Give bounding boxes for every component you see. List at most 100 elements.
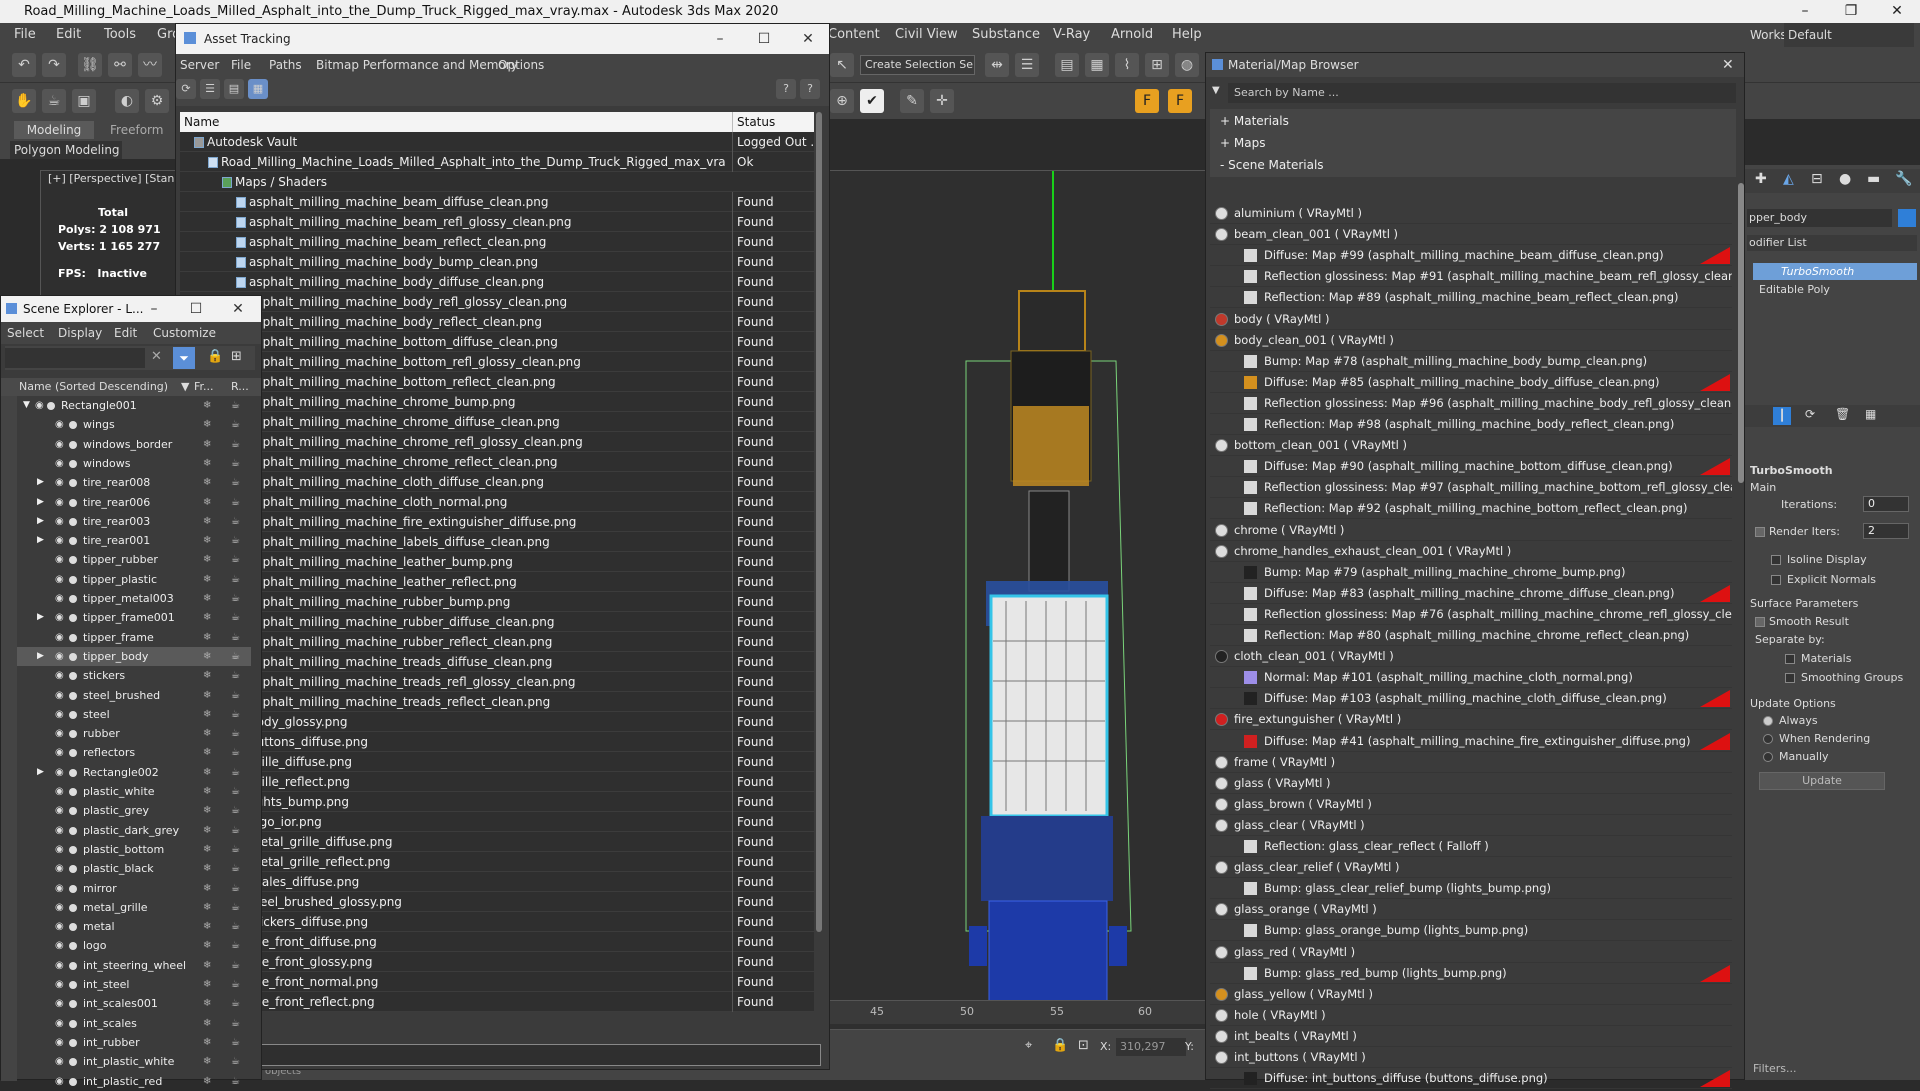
asset-row[interactable]: asphalt_milling_machine_beam_refl_glossy… — [180, 212, 814, 232]
menu-display[interactable]: Display — [58, 322, 102, 344]
scene-object-row[interactable]: ◉ plastic_grey ❄ ☕ — [17, 801, 251, 820]
renderable-icon[interactable]: ☕ — [231, 956, 240, 975]
restore-icon[interactable]: ❐ — [1828, 0, 1874, 23]
visibility-icon[interactable]: ◉ — [55, 879, 64, 898]
material-row[interactable]: body_clean_001 ( VRayMtl ) — [1210, 330, 1732, 351]
col-name[interactable]: Name — [184, 112, 219, 132]
modifier-list-dropdown[interactable]: odifier List — [1747, 235, 1917, 251]
visibility-icon[interactable]: ◉ — [55, 493, 64, 512]
material-row[interactable]: glass_orange ( VRayMtl ) — [1210, 899, 1732, 921]
modifier-turbosmooth[interactable]: TurboSmooth — [1753, 263, 1917, 280]
renderable-icon[interactable]: ☕ — [231, 782, 240, 801]
unlink-icon[interactable]: ⚯ — [108, 53, 132, 77]
freeze-icon[interactable]: ❄ — [203, 1072, 211, 1091]
pin-stack-icon[interactable]: ┃ — [1773, 407, 1791, 425]
display-tab-icon[interactable]: ▬ — [1867, 171, 1880, 187]
visibility-icon[interactable]: ◉ — [55, 686, 64, 705]
visibility-icon[interactable]: ◉ — [55, 859, 64, 878]
visibility-icon[interactable]: ◉ — [55, 570, 64, 589]
renderable-icon[interactable]: ☕ — [231, 1052, 240, 1071]
asset-row[interactable]: asphalt_milling_machine_body_bump_clean.… — [180, 252, 814, 272]
redo-icon[interactable]: ↷ — [42, 53, 66, 77]
material-row[interactable]: glass_clear_relief ( VRayMtl ) — [1210, 857, 1732, 879]
curve-editor-icon[interactable]: ⌇ — [1115, 53, 1139, 77]
detail-view-icon[interactable]: ▤ — [224, 79, 244, 99]
maximize-icon[interactable]: ☐ — [173, 296, 219, 322]
col-name-sorted[interactable]: Name (Sorted Descending) — [19, 378, 168, 396]
menu-select[interactable]: Select — [7, 322, 44, 344]
update-button[interactable]: Update — [1759, 772, 1885, 790]
scene-object-row[interactable]: ◉ mirror ❄ ☕ — [17, 879, 251, 898]
scene-object-row[interactable]: ◉ stickers ❄ ☕ — [17, 666, 251, 685]
map-row[interactable]: Reflection: Map #98 (asphalt_milling_mac… — [1210, 414, 1732, 435]
configure-sets-icon[interactable]: ▦ — [1865, 407, 1876, 421]
freeze-icon[interactable]: ❄ — [203, 415, 211, 434]
select-object-icon[interactable]: ↖ — [830, 53, 854, 77]
renderable-icon[interactable]: ☕ — [231, 975, 240, 994]
map-row[interactable]: Reflection: Map #89 (asphalt_milling_mac… — [1210, 287, 1732, 309]
refresh-icon[interactable]: ⟳ — [176, 79, 196, 99]
map-row[interactable]: Reflection glossiness: Map #96 (asphalt_… — [1210, 393, 1732, 414]
workspaces-select[interactable]: Default — [1784, 23, 1914, 47]
freeze-icon[interactable]: ❄ — [203, 975, 211, 994]
asset-row[interactable]: asphalt_milling_machine_fire_extinguishe… — [180, 512, 814, 532]
asset-row[interactable]: asphalt_milling_machine_labels_diffuse_c… — [180, 532, 814, 552]
renderable-icon[interactable]: ☕ — [231, 743, 240, 762]
renderable-icon[interactable]: ☕ — [231, 840, 240, 859]
maximize-icon[interactable]: ☐ — [742, 24, 786, 54]
visibility-icon[interactable]: ◉ — [55, 589, 64, 608]
fp-icon[interactable]: F — [1135, 89, 1159, 113]
freeze-icon[interactable]: ❄ — [203, 743, 211, 762]
snap-icon[interactable]: ⊕ — [830, 89, 854, 113]
scene-object-row[interactable]: ◉ steel_brushed ❄ ☕ — [17, 686, 251, 705]
hierarchy-tab-icon[interactable]: ⊟ — [1811, 171, 1823, 187]
object-name-field[interactable]: pper_body — [1747, 209, 1892, 227]
material-row[interactable]: chrome_handles_exhaust_clean_001 ( VRayM… — [1210, 541, 1732, 562]
material-row[interactable]: int_buttons ( VRayMtl ) — [1210, 1047, 1732, 1068]
material-row[interactable]: chrome ( VRayMtl ) — [1210, 520, 1732, 541]
bind-spacewarp-icon[interactable]: 〰 — [138, 53, 162, 77]
hierarchy-icon[interactable]: ⊞ — [231, 349, 242, 364]
teapot-icon[interactable]: ☕ — [42, 89, 66, 113]
map-row[interactable]: Reflection glossiness: Map #91 (asphalt_… — [1210, 266, 1732, 288]
expand-icon[interactable]: ▶ — [37, 647, 44, 666]
isoline-checkbox[interactable] — [1771, 555, 1781, 565]
visibility-icon[interactable]: ◉ — [55, 1033, 64, 1052]
scene-object-row[interactable]: ◉ windows_border ❄ ☕ — [17, 435, 251, 454]
material-row[interactable]: fire_extunguisher ( VRayMtl ) — [1210, 709, 1732, 731]
scene-object-row[interactable]: ◉ wings ❄ ☕ — [17, 415, 251, 434]
material-row[interactable]: bottom_clean_001 ( VRayMtl ) — [1210, 435, 1732, 457]
create-tab-icon[interactable]: ✚ — [1755, 171, 1767, 187]
map-row[interactable]: Diffuse: Map #90 (asphalt_milling_machin… — [1210, 456, 1732, 478]
renderable-icon[interactable]: ☕ — [231, 666, 240, 685]
asset-row[interactable]: scales_diffuse.png Found — [180, 872, 814, 892]
material-row[interactable]: frame ( VRayMtl ) — [1210, 752, 1732, 773]
scene-object-row[interactable]: ◉ metal ❄ ☕ — [17, 917, 251, 936]
freeze-icon[interactable]: ❄ — [203, 879, 211, 898]
freeze-icon[interactable]: ❄ — [203, 1033, 211, 1052]
visibility-icon[interactable]: ◉ — [55, 454, 64, 473]
render-setup-icon[interactable]: ⚙ — [145, 89, 169, 113]
col-status[interactable]: Status — [732, 112, 814, 132]
asset-row[interactable]: tire_front_reflect.png Found — [180, 992, 814, 1012]
freeze-icon[interactable]: ❄ — [203, 608, 211, 627]
renderable-icon[interactable]: ☕ — [231, 647, 240, 666]
freeze-icon[interactable]: ❄ — [203, 454, 211, 473]
renderable-icon[interactable]: ☕ — [231, 589, 240, 608]
map-row[interactable]: Diffuse: Map #83 (asphalt_milling_machin… — [1210, 583, 1732, 604]
freeze-icon[interactable]: ❄ — [203, 782, 211, 801]
close-icon[interactable]: ✕ — [786, 24, 830, 54]
menu-vray[interactable]: V-Ray — [1053, 23, 1090, 47]
minimize-icon[interactable]: – — [698, 24, 742, 54]
menu-substance[interactable]: Substance — [972, 23, 1040, 47]
freeze-icon[interactable]: ❄ — [203, 531, 211, 550]
scene-object-row[interactable]: ◉ rubber ❄ ☕ — [17, 724, 251, 743]
menu-tools[interactable]: Tools — [104, 23, 136, 47]
map-row[interactable]: Diffuse: Map #99 (asphalt_milling_machin… — [1210, 245, 1732, 267]
tab-polygon-modeling[interactable]: Polygon Modeling — [10, 141, 122, 159]
section-header[interactable]: + Maps — [1210, 131, 1736, 155]
freeze-icon[interactable]: ❄ — [203, 956, 211, 975]
collapse-icon[interactable]: ▼ — [23, 396, 30, 415]
freeze-icon[interactable]: ❄ — [203, 512, 211, 531]
selection-set-dropdown[interactable]: Create Selection Se — [860, 55, 975, 75]
